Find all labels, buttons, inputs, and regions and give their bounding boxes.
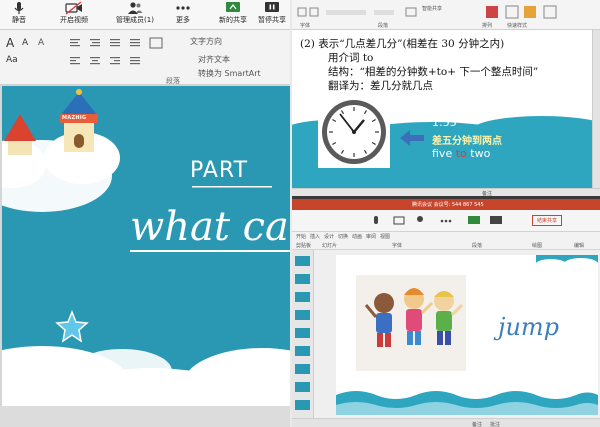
align-text-button[interactable]: 对齐文本 [198, 54, 230, 65]
rb-group-editing: 编辑 [574, 243, 585, 249]
rb-group-clipboard: 剪贴板 [296, 243, 312, 249]
left-status-bar [0, 406, 290, 427]
rb-status-bar: 备注 批注 [292, 418, 600, 427]
pause-share-button[interactable]: 暂停共享 [256, 1, 288, 29]
rb-tab-insert[interactable]: 插入 [310, 233, 320, 240]
thumbnail-item[interactable] [295, 256, 310, 266]
video-button[interactable]: 开启视频 [56, 1, 92, 29]
rb-notes-button[interactable]: 备注 [472, 421, 482, 427]
slide-heading: what ca [130, 204, 289, 250]
rb-comments-button[interactable]: 批注 [490, 421, 500, 427]
rb-title-bar: 腾讯会议 会议号: 544 867 545 [292, 199, 600, 210]
rt-ribbon-tools-icon [297, 5, 557, 19]
members-label: 管理成员(1) [116, 16, 154, 24]
rt-font-group: 字体 [300, 23, 311, 29]
more-dots-icon [176, 6, 190, 10]
thumbnail-item[interactable] [295, 310, 310, 320]
rt-en-phrase: five to two [432, 147, 490, 160]
rb-tab-view[interactable]: 视图 [380, 233, 390, 240]
thumbnail-item[interactable] [295, 328, 310, 338]
right-top-window: 智能共享 排列 快速样式 字体 段落 (2) 表示“几点差几分”(相差在 30 … [292, 0, 600, 196]
rb-tab-start[interactable]: 开始 [296, 233, 306, 240]
new-share-label: 新的共享 [219, 16, 247, 24]
rb-meeting-id: 腾讯会议 会议号: 544 867 545 [412, 202, 484, 208]
text-direction-button[interactable]: 文字方向 [190, 36, 222, 47]
mute-label: 静音 [12, 16, 26, 24]
video-label: 开启视频 [60, 16, 88, 24]
clock-icon [318, 96, 390, 168]
rt-paragraph-group: 段落 [378, 23, 389, 29]
rt-time: 1:55 [432, 116, 457, 129]
rb-group-drawing: 绘图 [532, 243, 543, 249]
ppt-ribbon-left: A A A 文字方向 Aa 对齐文本 转换为 SmartArt 段落 [0, 30, 290, 85]
jump-word: jump [498, 313, 560, 341]
members-icon [128, 2, 143, 14]
slide-canvas-left: MAZHIG PART what ca [2, 86, 290, 406]
rt-en-to: to [455, 147, 467, 160]
meeting-toolbar: 静音 开启视频 管理成员(1) 更多 新的共享 暂停共享 [0, 0, 290, 30]
thumbnail-item[interactable] [295, 400, 310, 410]
rb-tab-design[interactable]: 设计 [324, 233, 334, 240]
rt-ribbon: 智能共享 排列 快速样式 字体 段落 [292, 0, 600, 30]
rt-line-2: 用介词 to [328, 52, 374, 64]
rb-tab-animation[interactable]: 动画 [352, 233, 362, 240]
rb-slide-canvas: jump [336, 255, 598, 415]
rt-share-sign[interactable]: 智能共享 [422, 5, 442, 12]
rb-tab-review[interactable]: 审阅 [366, 233, 376, 240]
rb-meeting-icons [374, 216, 502, 225]
rb-end-share-button[interactable]: 结束共享 [532, 215, 562, 226]
rt-quick-style-label[interactable]: 快速样式 [507, 22, 527, 29]
rt-cn-phrase: 差五分钟到两点 [432, 136, 502, 147]
paragraph-group-label: 段落 [166, 77, 180, 85]
mute-button[interactable]: 静音 [6, 1, 32, 29]
rt-arrange-label[interactable]: 排列 [482, 22, 492, 29]
rt-en-two: two [470, 147, 491, 160]
pause-share-label: 暂停共享 [258, 16, 286, 24]
rt-scrollbar[interactable] [592, 30, 600, 190]
rb-group-font: 字体 [392, 243, 403, 249]
font-grow-button[interactable]: A [6, 36, 14, 50]
rt-slide-canvas: (2) 表示“几点差几分”(相差在 30 分钟之内) 用介词 to 结构：“相差… [292, 30, 592, 188]
thumbnail-item[interactable] [295, 382, 310, 392]
thumbnail-item[interactable] [295, 346, 310, 356]
rb-group-slides: 幻灯片 [322, 243, 338, 249]
font-shrink-button[interactable]: A [22, 38, 28, 48]
clear-format-button[interactable]: A [38, 38, 44, 48]
rb-slide-thumbnails[interactable] [292, 250, 314, 418]
convert-smartart-button[interactable]: 转换为 SmartArt [198, 68, 261, 79]
more-button[interactable]: 更多 [170, 1, 196, 29]
thumbnail-item[interactable] [295, 364, 310, 374]
rt-en-five: five [432, 147, 453, 160]
rt-line-3: 结构：“相差的分钟数+to+ 下一个整点时间” [328, 66, 539, 78]
rb-tab-transition[interactable]: 切换 [338, 233, 348, 240]
part-label: PART [190, 158, 249, 183]
rb-group-paragraph: 段落 [472, 243, 483, 249]
screen-share-icon [226, 2, 240, 12]
right-bottom-window: 腾讯会议 会议号: 544 867 545 结束共享 开始 插入 设计 切换 动… [292, 196, 600, 427]
change-case-button[interactable]: Aa [6, 55, 18, 65]
rt-status-bar: 备注 [292, 188, 600, 196]
video-camera-icon [65, 1, 82, 15]
left-window: 静音 开启视频 管理成员(1) 更多 新的共享 暂停共享 A A A 文字方向 … [0, 0, 290, 427]
new-share-button[interactable]: 新的共享 [218, 1, 248, 29]
thumbnail-item[interactable] [295, 292, 310, 302]
alignment-icon [70, 57, 140, 65]
rb-ribbon: 开始 插入 设计 切换 动画 审阅 视图 剪贴板 幻灯片 字体 段落 绘图 编辑 [292, 232, 600, 250]
arrow-left-icon [400, 130, 424, 146]
castle-sign-text: MAZHIG [62, 115, 87, 121]
rb-meeting-toolbar: 结束共享 [292, 210, 600, 232]
pause-icon [265, 2, 279, 12]
more-label: 更多 [176, 16, 190, 24]
microphone-icon [14, 2, 24, 14]
thumbnail-item[interactable] [295, 274, 310, 284]
members-button[interactable]: 管理成员(1) [112, 1, 158, 29]
rt-line-1: (2) 表示“几点差几分”(相差在 30 分钟之内) [300, 38, 505, 50]
